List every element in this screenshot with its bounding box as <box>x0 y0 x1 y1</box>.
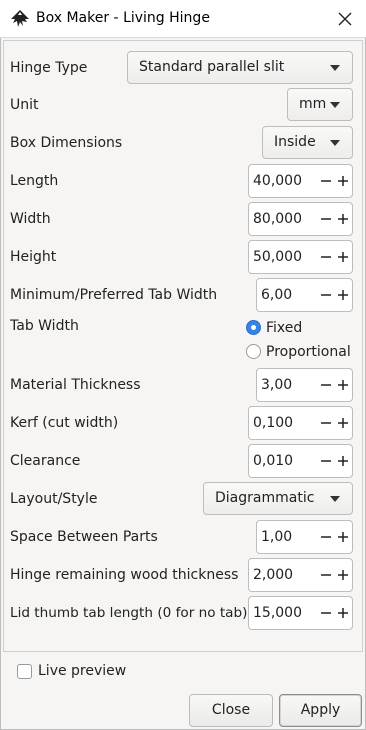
plus-icon[interactable] <box>335 369 351 401</box>
material-thickness-value[interactable]: 3,00 <box>261 377 292 393</box>
layout-style-value: Diagrammatic <box>215 490 315 506</box>
close-button-label: Close <box>211 702 251 718</box>
minus-icon[interactable] <box>318 445 334 477</box>
height-value[interactable]: 50,000 <box>253 249 302 265</box>
plus-icon[interactable] <box>335 241 351 273</box>
height-spinbox[interactable]: 50,000 <box>248 240 353 274</box>
minus-icon[interactable] <box>318 279 334 311</box>
clearance-label: Clearance <box>10 453 81 469</box>
minus-icon[interactable] <box>318 203 334 235</box>
length-value[interactable]: 40,000 <box>253 173 302 189</box>
chevron-down-icon <box>330 140 340 146</box>
live-preview-checkbox[interactable] <box>17 664 32 679</box>
width-spinbox[interactable]: 80,000 <box>248 202 353 236</box>
plus-icon[interactable] <box>335 407 351 439</box>
radio-proportional-label[interactable]: Proportional <box>266 344 351 360</box>
minus-icon[interactable] <box>318 165 334 197</box>
hinge-remaining-wood-value[interactable]: 2,000 <box>253 567 293 583</box>
unit-dropdown[interactable]: mm <box>287 88 353 121</box>
hinge-remaining-wood-label: Hinge remaining wood thickness <box>10 567 239 583</box>
close-button[interactable]: Close <box>189 694 273 727</box>
kerf-spinbox[interactable]: 0,100 <box>248 406 353 440</box>
hinge-remaining-wood-spinbox[interactable]: 2,000 <box>248 558 353 592</box>
radio-proportional[interactable] <box>246 344 261 359</box>
hinge-type-dropdown[interactable]: Standard parallel slit <box>127 51 353 84</box>
hinge-type-value: Standard parallel slit <box>139 59 285 75</box>
material-thickness-spinbox[interactable]: 3,00 <box>256 368 353 402</box>
layout-style-label: Layout/Style <box>10 491 98 507</box>
lid-thumb-tab-value[interactable]: 15,000 <box>253 605 302 621</box>
length-label: Length <box>10 173 59 189</box>
plus-icon[interactable] <box>335 445 351 477</box>
clearance-spinbox[interactable]: 0,010 <box>248 444 353 478</box>
kerf-value[interactable]: 0,100 <box>253 415 293 431</box>
minus-icon[interactable] <box>318 369 334 401</box>
chevron-down-icon <box>330 102 340 108</box>
unit-value: mm <box>299 96 327 112</box>
lid-thumb-tab-spinbox[interactable]: 15,000 <box>248 596 353 630</box>
tab-width-min-value[interactable]: 6,00 <box>261 287 292 303</box>
inkscape-icon <box>11 10 29 27</box>
minus-icon[interactable] <box>318 521 334 553</box>
clearance-value[interactable]: 0,010 <box>253 453 293 469</box>
minus-icon[interactable] <box>318 407 334 439</box>
kerf-label: Kerf (cut width) <box>10 415 119 431</box>
plus-icon[interactable] <box>335 279 351 311</box>
apply-button[interactable]: Apply <box>279 694 362 727</box>
title-bar: Box Maker - Living Hinge <box>0 0 366 38</box>
radio-fixed[interactable] <box>246 320 261 335</box>
box-dimensions-label: Box Dimensions <box>10 135 123 151</box>
tab-width-min-label: Minimum/Preferred Tab Width <box>10 287 218 303</box>
minus-icon[interactable] <box>318 597 334 629</box>
space-between-parts-label: Space Between Parts <box>10 529 158 545</box>
window-title: Box Maker - Living Hinge <box>36 10 210 26</box>
plus-icon[interactable] <box>335 521 351 553</box>
hinge-type-label: Hinge Type <box>10 60 88 76</box>
tab-width-min-spinbox[interactable]: 6,00 <box>256 278 353 312</box>
plus-icon[interactable] <box>335 559 351 591</box>
chevron-down-icon <box>330 496 340 502</box>
box-dimensions-dropdown[interactable]: Inside <box>262 126 353 159</box>
live-preview-label[interactable]: Live preview <box>38 663 126 679</box>
width-value[interactable]: 80,000 <box>253 211 302 227</box>
height-label: Height <box>10 249 57 265</box>
minus-icon[interactable] <box>318 559 334 591</box>
tab-width-mode-label: Tab Width <box>10 318 79 334</box>
lid-thumb-tab-label: Lid thumb tab length (0 for no tab) <box>10 605 248 621</box>
length-spinbox[interactable]: 40,000 <box>248 164 353 198</box>
layout-style-dropdown[interactable]: Diagrammatic <box>203 482 353 515</box>
radio-fixed-label[interactable]: Fixed <box>266 320 302 336</box>
close-icon[interactable] <box>332 6 358 32</box>
minus-icon[interactable] <box>318 241 334 273</box>
apply-button-label: Apply <box>300 702 341 718</box>
plus-icon[interactable] <box>335 165 351 197</box>
width-label: Width <box>10 211 51 227</box>
unit-label: Unit <box>10 97 39 113</box>
plus-icon[interactable] <box>335 203 351 235</box>
space-between-parts-spinbox[interactable]: 1,00 <box>256 520 353 554</box>
space-between-parts-value[interactable]: 1,00 <box>261 529 292 545</box>
material-thickness-label: Material Thickness <box>10 377 141 393</box>
chevron-down-icon <box>330 65 340 71</box>
box-dimensions-value: Inside <box>274 134 316 150</box>
plus-icon[interactable] <box>335 597 351 629</box>
